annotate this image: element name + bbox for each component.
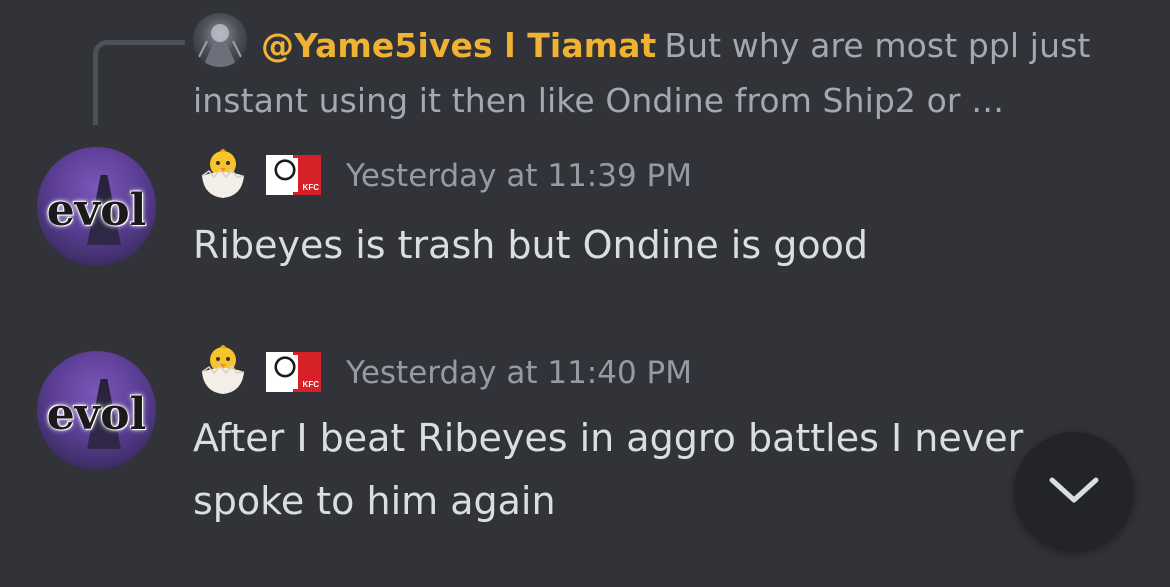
message-text: Ribeyes is trash but Ondine is good xyxy=(193,223,868,267)
chevron-down-icon xyxy=(1049,477,1099,503)
kfc-label: KFC xyxy=(302,380,319,389)
avatar-text: evol xyxy=(46,185,147,236)
kfc-logo-icon: KFC xyxy=(266,352,321,392)
hatching-chick-icon xyxy=(196,342,250,396)
avatar[interactable]: evol xyxy=(37,351,156,470)
kfc-colonel-face xyxy=(272,158,298,192)
message-timestamp[interactable]: Yesterday at 11:39 PM xyxy=(346,158,692,194)
avatar-text: evol xyxy=(46,389,147,440)
kfc-colonel-face xyxy=(272,355,298,389)
avatar[interactable]: evol xyxy=(37,147,156,266)
scroll-to-bottom-button[interactable] xyxy=(1014,432,1134,552)
reply-connector xyxy=(93,40,185,125)
kfc-logo-icon: KFC xyxy=(266,155,321,195)
hatching-chick-icon xyxy=(196,146,250,200)
kfc-label: KFC xyxy=(302,183,319,192)
message-text: After I beat Ribeyes in aggro battles I … xyxy=(193,416,1024,523)
message-timestamp[interactable]: Yesterday at 11:40 PM xyxy=(346,355,692,391)
chat-view: @Yame5ives l Tiamat But why are most ppl … xyxy=(0,0,1170,587)
reply-author[interactable]: @Yame5ives l Tiamat xyxy=(261,26,656,65)
reply-preview[interactable]: @Yame5ives l Tiamat But why are most ppl … xyxy=(193,18,1133,128)
